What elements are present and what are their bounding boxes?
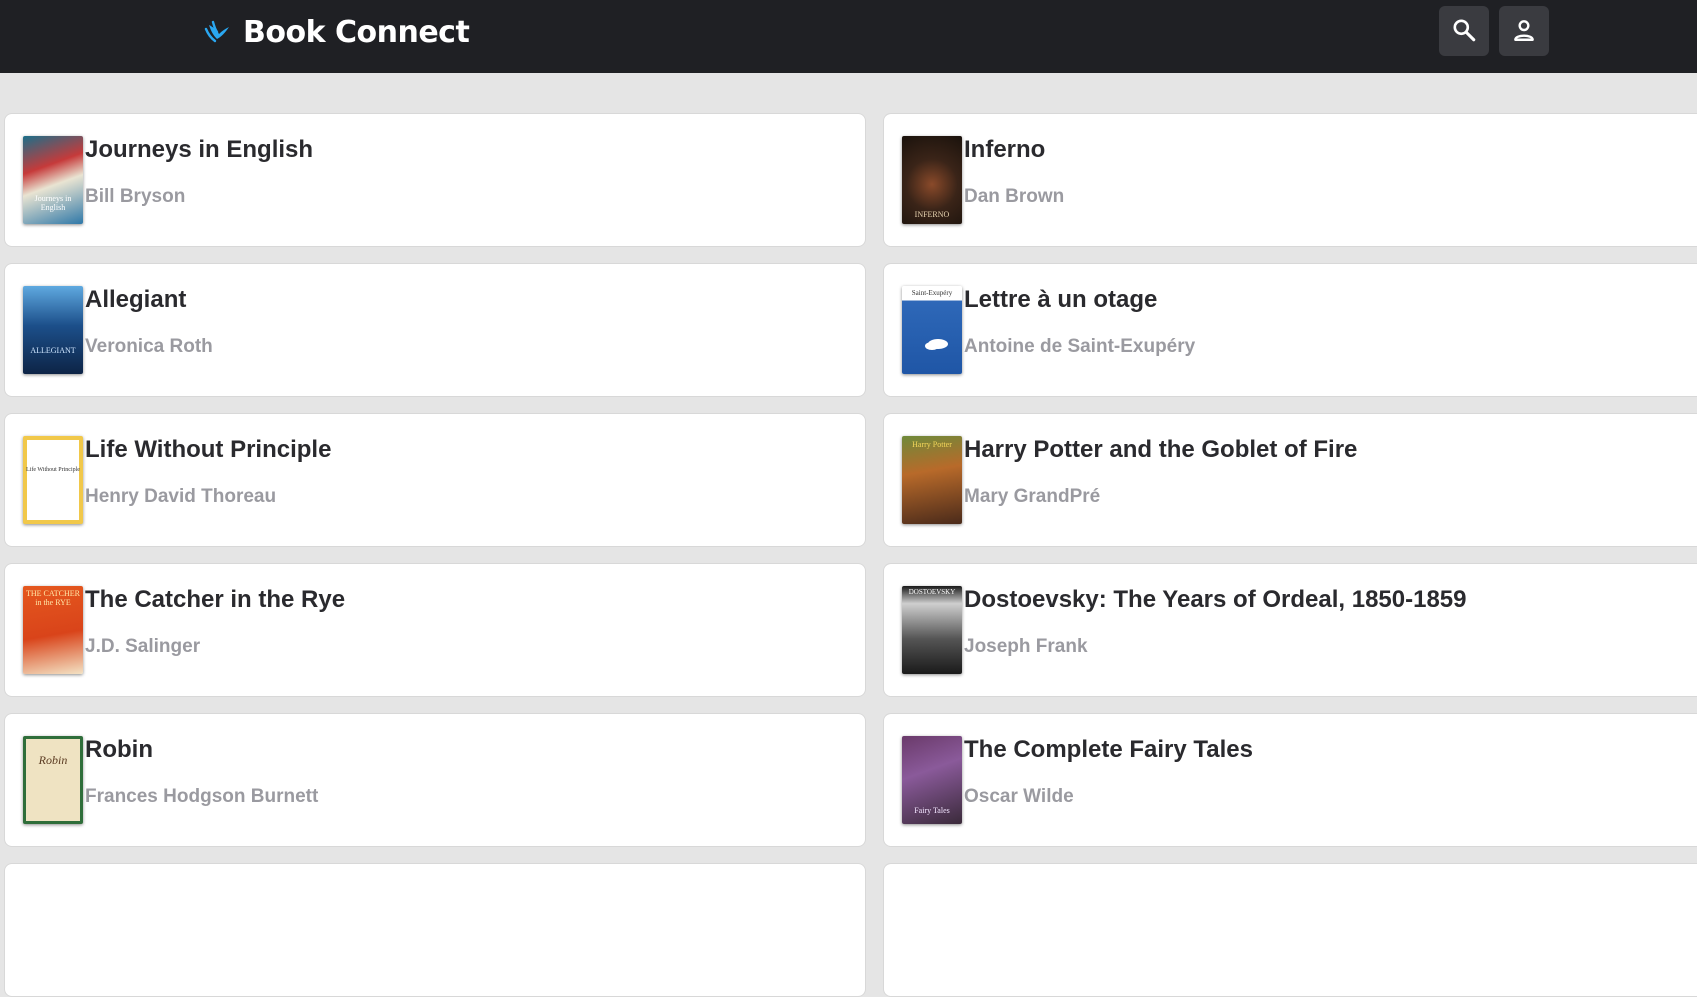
search-icon — [1451, 17, 1477, 46]
book-author: Mary GrandPré — [964, 486, 1101, 507]
book-cover-text: DOSTOEVSKY — [908, 588, 956, 596]
book-title: Lettre à un otage — [964, 286, 1158, 313]
book-title: Harry Potter and the Goblet of Fire — [964, 436, 1358, 463]
book-cover-text: THE CATCHER in the RYE — [26, 589, 80, 607]
account-button[interactable] — [1499, 6, 1549, 56]
book-card[interactable]: DOSTOEVSKY Dostoevsky: The Years of Orde… — [883, 563, 1697, 697]
book-cover-text: INFERNO — [914, 210, 950, 219]
book-cover: Life Without Principle — [23, 436, 83, 524]
book-cover: Harry Potter — [902, 436, 962, 524]
book-author: Bill Bryson — [85, 186, 186, 207]
book-cover: Fairy Tales — [902, 736, 962, 824]
book-card[interactable]: Robin Robin Frances Hodgson Burnett — [4, 713, 866, 847]
book-cover: ALLEGIANT — [23, 286, 83, 374]
book-title: Journeys in English — [85, 136, 314, 163]
book-title: Inferno — [964, 136, 1046, 163]
book-author: Frances Hodgson Burnett — [85, 786, 319, 807]
book-cover-text: Journeys in English — [34, 194, 72, 212]
search-button[interactable] — [1439, 6, 1489, 56]
book-card[interactable]: Fairy Tales The Complete Fairy Tales Osc… — [883, 713, 1697, 847]
book-author: Oscar Wilde — [964, 786, 1074, 807]
book-author: Veronica Roth — [85, 336, 213, 357]
book-cover-text: Life Without Principle — [26, 467, 80, 473]
account-icon — [1511, 17, 1537, 46]
book-title: The Complete Fairy Tales — [964, 736, 1253, 763]
paw-logo-icon — [203, 17, 233, 47]
book-card[interactable]: INFERNO Inferno Dan Brown — [883, 113, 1697, 247]
book-title: The Catcher in the Rye — [85, 586, 346, 613]
book-card[interactable]: ALLEGIANT Allegiant Veronica Roth — [4, 263, 866, 397]
book-title: Robin — [85, 736, 153, 763]
book-card[interactable]: Journeys in English Journeys in English … — [4, 113, 866, 247]
book-author: Joseph Frank — [964, 636, 1088, 657]
book-cover-text: Robin — [38, 753, 68, 767]
book-card[interactable]: THE CATCHER in the RYE The Catcher in th… — [4, 563, 866, 697]
book-cover-text: Harry Potter — [912, 440, 952, 449]
book-title: Dostoevsky: The Years of Ordeal, 1850-18… — [964, 586, 1467, 613]
book-cover: THE CATCHER in the RYE — [23, 586, 83, 674]
book-cover: INFERNO — [902, 136, 962, 224]
book-card[interactable]: Harry Potter Harry Potter and the Goblet… — [883, 413, 1697, 547]
book-cover: DOSTOEVSKY — [902, 586, 962, 674]
book-card-partial[interactable] — [4, 863, 866, 997]
book-card[interactable]: Saint-Exupéry Lettre à un otage Antoine … — [883, 263, 1697, 397]
book-card-partial[interactable] — [883, 863, 1697, 997]
brand-title: Book Connect — [243, 14, 470, 50]
book-cover-text: ALLEGIANT — [30, 346, 76, 355]
brand-home-link[interactable]: Book Connect — [203, 14, 470, 50]
book-author: Dan Brown — [964, 186, 1065, 207]
book-cover: Journeys in English — [23, 136, 83, 224]
book-author: J.D. Salinger — [85, 636, 201, 657]
book-cover-text: Fairy Tales — [914, 806, 950, 815]
book-title: Life Without Principle — [85, 436, 332, 463]
book-author: Antoine de Saint-Exupéry — [964, 336, 1196, 357]
book-title: Allegiant — [85, 286, 187, 313]
app-header: Book Connect — [0, 0, 1697, 73]
book-cover: Saint-Exupéry — [902, 286, 962, 374]
book-cover: Robin — [23, 736, 83, 824]
book-author: Henry David Thoreau — [85, 486, 277, 507]
book-card[interactable]: Life Without Principle Life Without Prin… — [4, 413, 866, 547]
